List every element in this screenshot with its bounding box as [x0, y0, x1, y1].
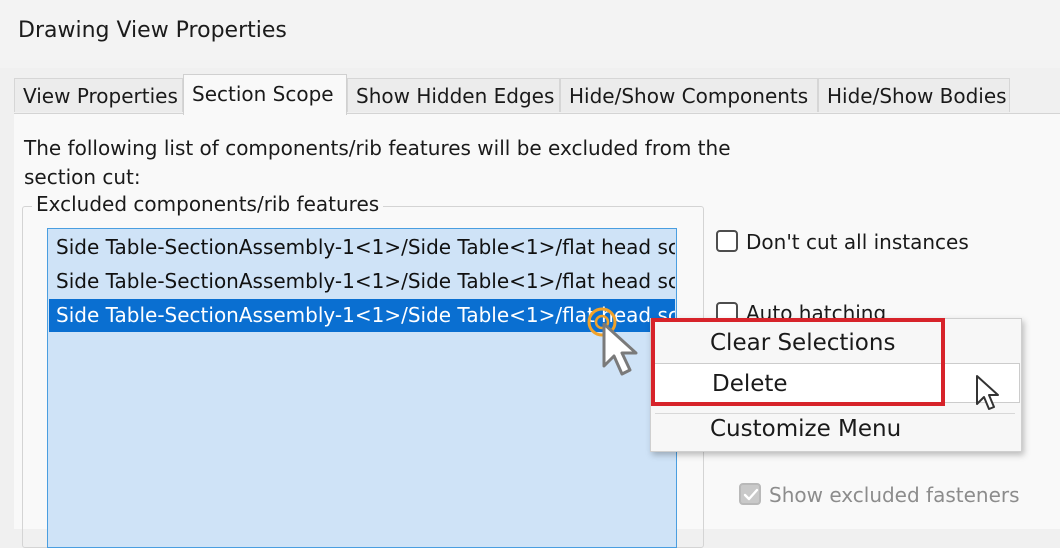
tab-view-properties[interactable]: View Properties — [14, 78, 183, 112]
checkmark-icon — [743, 488, 759, 501]
tab-hide-show-components[interactable]: Hide/Show Components — [560, 78, 818, 112]
section-scope-description: The following list of components/rib fea… — [24, 136, 731, 189]
excluded-components-list[interactable]: Side Table-SectionAssembly-1<1>/Side Tab… — [47, 228, 677, 548]
customize-menu-menu-item[interactable]: Customize Menu — [651, 409, 1021, 449]
dont-cut-all-instances-checkbox[interactable] — [716, 230, 738, 252]
window-title: Drawing View Properties — [18, 18, 287, 43]
show-excluded-fasteners-checkbox — [739, 483, 761, 505]
tab-section-scope[interactable]: Section Scope — [183, 74, 347, 115]
list-item-selected[interactable]: Side Table-SectionAssembly-1<1>/Side Tab… — [49, 299, 675, 332]
tab-strip: View Properties Section Scope Show Hidde… — [14, 74, 1060, 115]
click-cursor-icon — [587, 307, 638, 376]
tab-show-hidden-edges[interactable]: Show Hidden Edges — [347, 78, 560, 112]
arrow-cursor-icon — [976, 375, 999, 410]
title-bar: Drawing View Properties — [0, 0, 1060, 68]
tab-hide-show-bodies[interactable]: Hide/Show Bodies — [818, 78, 1010, 112]
dont-cut-all-instances-label: Don't cut all instances — [746, 230, 969, 254]
highlight-annotation-box — [651, 318, 945, 406]
list-item[interactable]: Side Table-SectionAssembly-1<1>/Side Tab… — [49, 265, 675, 298]
list-item[interactable]: Side Table-SectionAssembly-1<1>/Side Tab… — [49, 231, 675, 264]
excluded-components-group-label: Excluded components/rib features — [32, 192, 384, 216]
show-excluded-fasteners-label: Show excluded fasteners — [769, 483, 1020, 507]
